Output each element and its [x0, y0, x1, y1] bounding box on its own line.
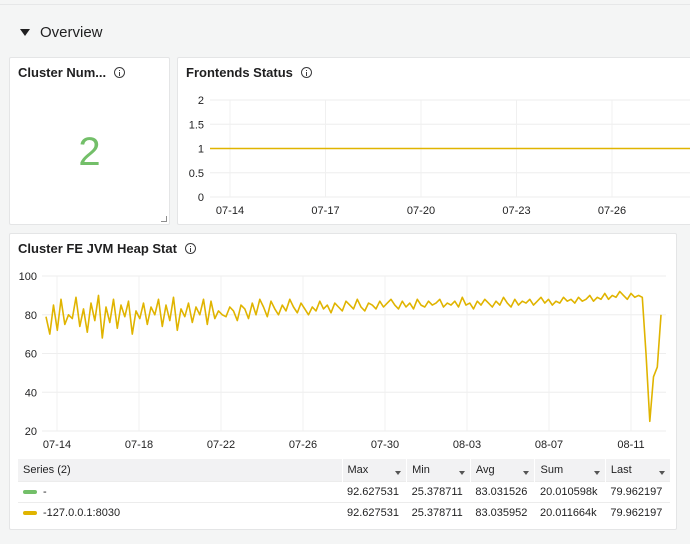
series-max: 92.627531 [342, 501, 407, 523]
panel-title: Cluster Num... [18, 65, 107, 80]
sort-icon [593, 470, 600, 475]
legend-row[interactable]: - 92.627531 25.378711 83.031526 20.01059… [18, 480, 670, 502]
legend-row[interactable]: -127.0.0.1:8030 92.627531 25.378711 83.0… [18, 501, 670, 523]
x-tick-label: 08-07 [535, 439, 563, 451]
x-tick-label: 07-22 [207, 439, 235, 451]
x-tick-label: 07-14 [216, 205, 244, 217]
stat-panel: Cluster Num... 2 [9, 57, 170, 225]
y-tick-label: 100 [19, 271, 37, 283]
x-tick-label: 07-30 [371, 439, 399, 451]
y-tick-label: 80 [25, 310, 37, 322]
stat-value: 2 [78, 130, 101, 174]
legend-header-last[interactable]: Last [604, 459, 670, 481]
y-tick-label: 1.5 [189, 119, 204, 131]
x-tick-label: 07-20 [407, 205, 435, 217]
legend-header-row: Series (2) Max Min Avg Sum Last [18, 459, 670, 481]
series-sum: 20.011664k [534, 501, 606, 523]
series-name: - [43, 485, 47, 498]
row-title: Overview [40, 23, 103, 41]
legend-table: Series (2) Max Min Avg Sum Last - 92.627… [18, 459, 670, 523]
y-tick-label: 0 [198, 192, 204, 204]
series-last: 79.962197 [605, 480, 670, 502]
x-tick-label: 07-26 [598, 205, 626, 217]
legend-header-max[interactable]: Max [341, 459, 407, 481]
jvm-heap-chart[interactable]: 100 80 60 40 20 07-14 07-18 07-22 07-26 07-30 08-0… [10, 234, 678, 459]
sort-icon [523, 470, 530, 475]
legend-header-series[interactable]: Series (2) [18, 459, 342, 481]
y-tick-label: 60 [25, 349, 37, 361]
frontends-status-chart[interactable]: 2 1.5 1 0.5 0 07-14 07-17 07-20 07-23 07-26 [178, 58, 690, 226]
sort-icon [395, 470, 402, 475]
x-tick-label: 07-23 [502, 205, 530, 217]
series-last: 79.962197 [605, 501, 670, 523]
series-line [45, 290, 662, 423]
x-tick-label: 07-18 [125, 439, 153, 451]
caret-down-icon [20, 28, 30, 36]
y-tick-label: 40 [25, 387, 37, 399]
x-tick-label: 08-03 [453, 439, 481, 451]
series-max: 92.627531 [342, 480, 407, 502]
series-min: 25.378711 [406, 501, 471, 523]
jvm-heap-panel: Cluster FE JVM Heap Stat 100 80 60 40 20 07-1… [9, 233, 677, 530]
x-tick-label: 07-14 [43, 439, 71, 451]
x-tick-label: 07-17 [311, 205, 339, 217]
sort-icon [659, 470, 665, 475]
x-tick-label: 07-26 [289, 439, 317, 451]
info-icon[interactable] [114, 67, 126, 78]
sort-icon [458, 470, 465, 475]
y-tick-label: 20 [25, 426, 37, 438]
series-color-swatch[interactable] [23, 510, 37, 515]
series-name: -127.0.0.1:8030 [43, 506, 121, 519]
legend-header-sum[interactable]: Sum [534, 459, 606, 481]
y-tick-label: 0.5 [189, 168, 204, 180]
resize-handle[interactable] [161, 216, 167, 222]
series-avg: 83.031526 [470, 480, 535, 502]
x-tick-label: 08-11 [617, 439, 644, 451]
y-tick-label: 2 [198, 95, 204, 107]
legend-header-min[interactable]: Min [406, 459, 471, 481]
legend-header-avg[interactable]: Avg [469, 459, 535, 481]
row-collapse-toggle[interactable]: Overview [0, 14, 690, 50]
stat-panel-header[interactable]: Cluster Num... [18, 65, 126, 80]
frontends-status-panel: Frontends Status 2 1.5 1 0.5 0 07-14 07-17 07-2… [177, 57, 690, 225]
series-min: 25.378711 [406, 480, 471, 502]
y-tick-label: 1 [198, 144, 204, 156]
top-divider [0, 4, 690, 5]
series-avg: 83.035952 [470, 501, 535, 523]
series-sum: 20.010598k [534, 480, 606, 502]
series-color-swatch[interactable] [23, 489, 37, 494]
